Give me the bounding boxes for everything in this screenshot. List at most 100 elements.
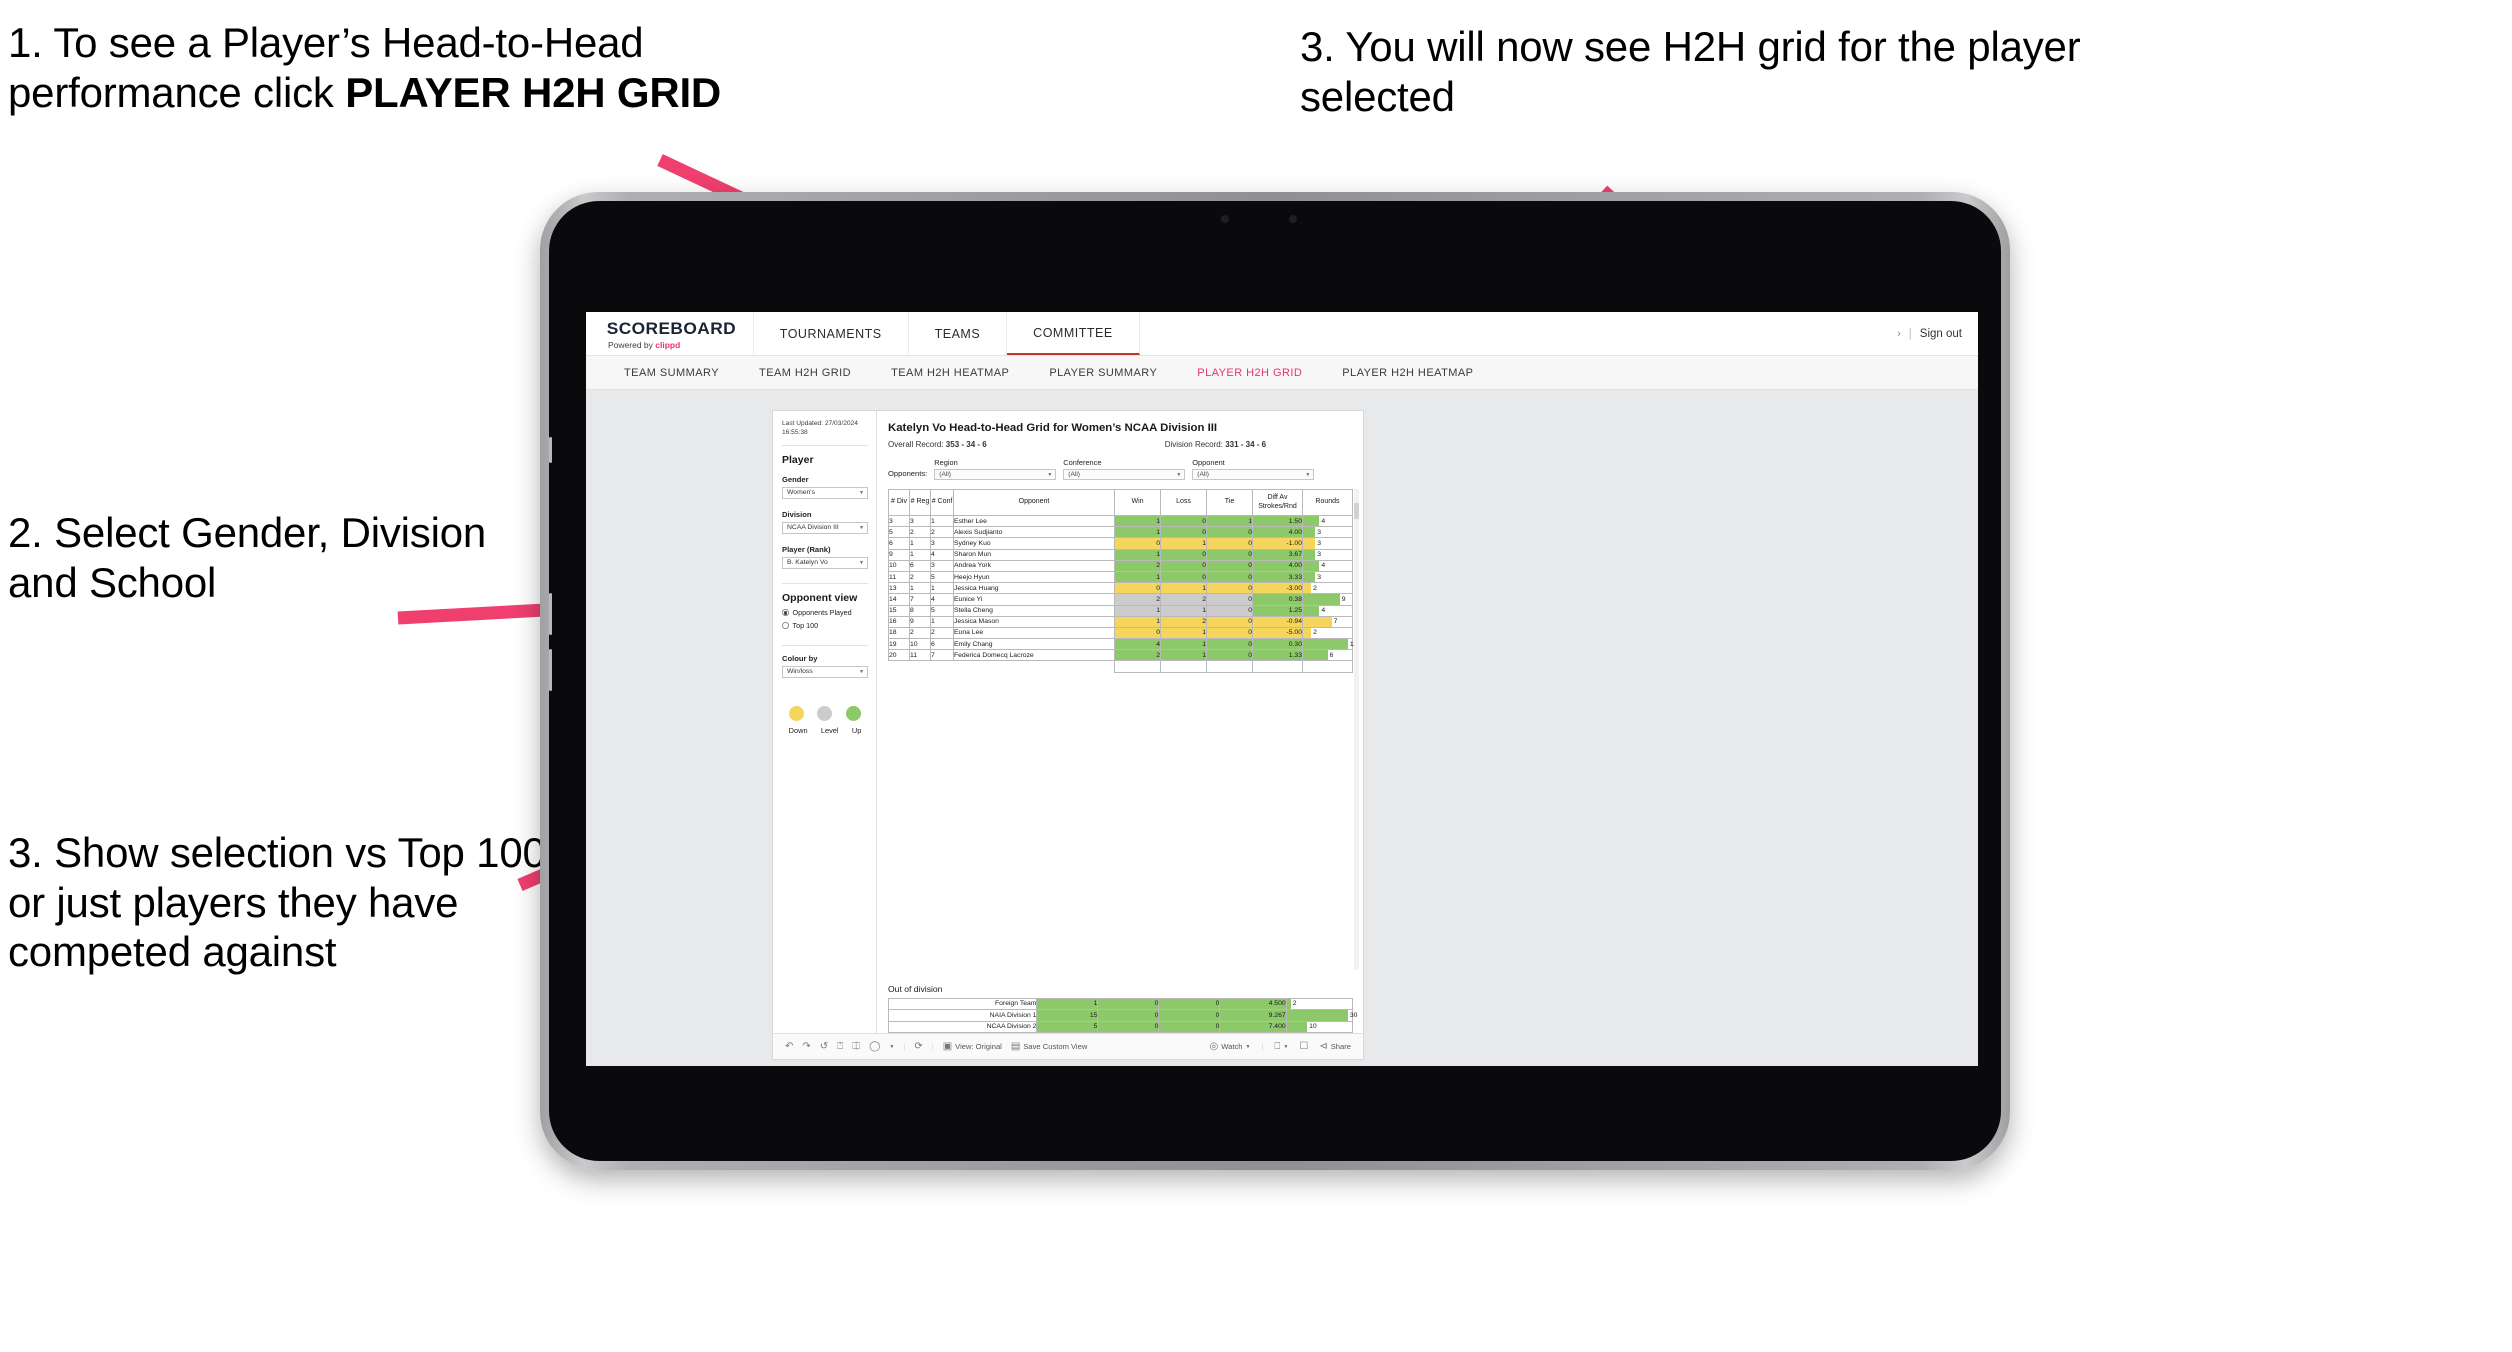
table-row[interactable]: 10 6 3 Andrea York 2 0 0 4.00 4: [888, 559, 1353, 572]
vertical-scrollbar-thumb[interactable]: [1354, 503, 1359, 519]
cell-div: 10: [888, 559, 910, 572]
topnav-teams[interactable]: TEAMS: [909, 312, 1008, 355]
chevron-down-icon: ▼: [859, 559, 864, 566]
out-of-division-row[interactable]: NAIA Division 1 15 0 0 9.267 30: [887, 1009, 1357, 1022]
sign-out-link[interactable]: Sign out: [1920, 328, 1962, 340]
col-reg[interactable]: # Reg: [909, 489, 931, 516]
division-select[interactable]: NCAA Division III ▼: [782, 521, 868, 534]
table-row[interactable]: 5 2 2 Alexis Sudjianto 1 0 0 4.00 3: [888, 526, 1353, 539]
col-diff-label: Diff Av Strokes/Rnd: [1258, 494, 1297, 510]
highlight-icon[interactable]: ◯: [869, 1041, 880, 1052]
chevron-right-icon[interactable]: ›: [1897, 328, 1901, 340]
player-rank-field: Player (Rank) B. Katelyn Vo ▼: [782, 545, 868, 569]
cell-div: 3: [888, 514, 910, 528]
table-row[interactable]: 9 1 4 Sharon Mun 1 0 0 3.67 3: [888, 548, 1353, 561]
subnav-team-summary[interactable]: TEAM SUMMARY: [604, 367, 739, 379]
col-div[interactable]: # Div: [888, 489, 910, 516]
watch-button[interactable]: ◎ Watch ▼: [1210, 1041, 1251, 1052]
share-button[interactable]: ⊲ Share: [1319, 1041, 1351, 1052]
save-view-icon: ▤: [1010, 1041, 1021, 1052]
vertical-scrollbar-track[interactable]: [1354, 489, 1359, 970]
share-label: Share: [1330, 1042, 1351, 1051]
legend-label-level: Level: [820, 725, 839, 735]
chevron-down-icon[interactable]: ▼: [889, 1044, 894, 1050]
cell-reg: 1: [909, 548, 931, 561]
col-tie[interactable]: Tie: [1206, 489, 1253, 516]
toolbar-right-group: ◎ Watch ▼ | ⎕ ▼ ☐ ⊲ Share: [1210, 1041, 1352, 1052]
division-label: Division: [782, 509, 812, 519]
ood-cell-diff: 4.500: [1219, 997, 1287, 1010]
radio-top-100-label: Top 100: [792, 620, 819, 630]
cell-conf: 4: [930, 593, 954, 606]
save-custom-view-button[interactable]: ▤ Save Custom View: [1011, 1041, 1087, 1052]
player-rank-select[interactable]: B. Katelyn Vo ▼: [782, 556, 868, 569]
cell-div: 6: [888, 537, 910, 550]
cell-win: 4: [1114, 638, 1161, 651]
cell-opponent: Jessica Huang: [953, 582, 1115, 595]
cell-opponent: Sydney Kuo: [953, 537, 1115, 550]
topnav-committee[interactable]: COMMITTEE: [1007, 312, 1140, 355]
clear-filter-icon[interactable]: ⍞: [837, 1041, 843, 1052]
revert-icon[interactable]: ↺: [820, 1041, 828, 1052]
overall-record-value: 353 - 34 - 6: [945, 440, 987, 449]
cell-conf: 7: [930, 649, 954, 662]
opponent-view-heading: Opponent view: [782, 591, 858, 604]
cell-win: 1: [1114, 615, 1161, 628]
device-preview-icon[interactable]: ☐: [1299, 1041, 1308, 1052]
colour-by-select[interactable]: Win/loss ▼: [782, 665, 868, 678]
radio-opponents-played[interactable]: Opponents Played: [782, 608, 868, 617]
opponent-select[interactable]: (All) ▼: [1192, 469, 1315, 480]
refresh-icon[interactable]: ⟳: [914, 1041, 922, 1052]
table-row[interactable]: 16 9 1 Jessica Mason 1 2 0 -0.94 7: [888, 615, 1353, 628]
table-row[interactable]: 6 1 3 Sydney Kuo 0 1 0 -1.00 3: [888, 537, 1353, 550]
out-of-division-title: Out of division: [888, 983, 943, 994]
view-original-button[interactable]: ▣ View: Original: [943, 1041, 1002, 1052]
table-row[interactable]: 20 11 7 Federica Domecq Lacroze 2 1 0 1.33 6: [888, 649, 1353, 662]
col-conf[interactable]: # Conf: [930, 489, 954, 516]
col-loss[interactable]: Loss: [1160, 489, 1207, 516]
table-row[interactable]: 15 8 5 Stella Cheng 1 1 0 1.25 4: [888, 604, 1353, 617]
col-win[interactable]: Win: [1114, 489, 1161, 516]
view-original-label: View: Original: [955, 1042, 1002, 1051]
subnav-team-h2h-heatmap[interactable]: TEAM H2H HEATMAP: [871, 367, 1029, 379]
cell-win: 1: [1114, 548, 1161, 561]
col-diff[interactable]: Diff Av Strokes/Rnd: [1252, 489, 1303, 516]
ood-cell-name: Foreign Team: [887, 997, 1038, 1010]
download-button[interactable]: ⎕ ▼: [1274, 1041, 1288, 1052]
subnav-player-summary[interactable]: PLAYER SUMMARY: [1029, 367, 1177, 379]
opponent-value: (All): [1197, 471, 1209, 478]
rounds-bar: [1303, 571, 1316, 583]
redo-icon[interactable]: ↷: [802, 1041, 810, 1052]
cell-loss: 0: [1160, 548, 1207, 561]
table-row[interactable]: 3 3 1 Esther Lee 1 0 1 1.50 4: [888, 514, 1353, 528]
gender-select[interactable]: Women's ▼: [782, 486, 868, 499]
col-rounds[interactable]: Rounds: [1302, 489, 1353, 516]
table-row[interactable]: 11 2 5 Heejo Hyun 1 0 0 3.33 3: [888, 570, 1353, 584]
radio-top-100[interactable]: Top 100: [782, 621, 868, 630]
grid-main-area: Katelyn Vo Head-to-Head Grid for Women’s…: [877, 411, 1363, 1033]
table-row[interactable]: 18 2 2 Euna Lee 0 1 0 -5.00 2: [888, 626, 1353, 640]
region-select[interactable]: (All) ▼: [934, 469, 1057, 480]
topnav-tournaments[interactable]: TOURNAMENTS: [754, 312, 909, 355]
pause-refresh-icon[interactable]: ⎅: [852, 1041, 860, 1052]
table-row[interactable]: 14 7 4 Eunice Yi 2 2 0 0.38 9: [888, 593, 1353, 606]
cell-rounds-bar: 4: [1302, 604, 1353, 617]
out-of-division-row[interactable]: NCAA Division 2 5 0 0 7.400 10: [887, 1020, 1354, 1033]
brand-logo[interactable]: SCOREBOARD Powered by clippd: [586, 312, 754, 355]
conference-select[interactable]: (All) ▼: [1063, 469, 1186, 480]
table-row[interactable]: 13 1 1 Jessica Huang 0 1 0 -3.00 2: [888, 582, 1353, 595]
table-row[interactable]: 19106Emily Chang4100.3011: [888, 638, 1357, 651]
subnav-player-h2h-heatmap[interactable]: PLAYER H2H HEATMAP: [1322, 367, 1493, 379]
subnav-team-h2h-grid[interactable]: TEAM H2H GRID: [739, 367, 871, 379]
divider-line: [782, 444, 868, 446]
divider: |: [903, 1042, 906, 1051]
rounds-value: 9: [1341, 595, 1346, 603]
cell-reg: 8: [909, 604, 931, 617]
cell-conf: 3: [930, 559, 954, 572]
col-opponent[interactable]: Opponent: [953, 489, 1115, 516]
ood-cell-rounds-bar: 2: [1285, 997, 1354, 1010]
cell-div: 14: [888, 593, 910, 606]
undo-icon[interactable]: ↶: [785, 1041, 793, 1052]
subnav-player-h2h-grid[interactable]: PLAYER H2H GRID: [1177, 367, 1322, 379]
out-of-division-row[interactable]: Foreign Team 1 0 0 4.500 2: [887, 997, 1354, 1010]
